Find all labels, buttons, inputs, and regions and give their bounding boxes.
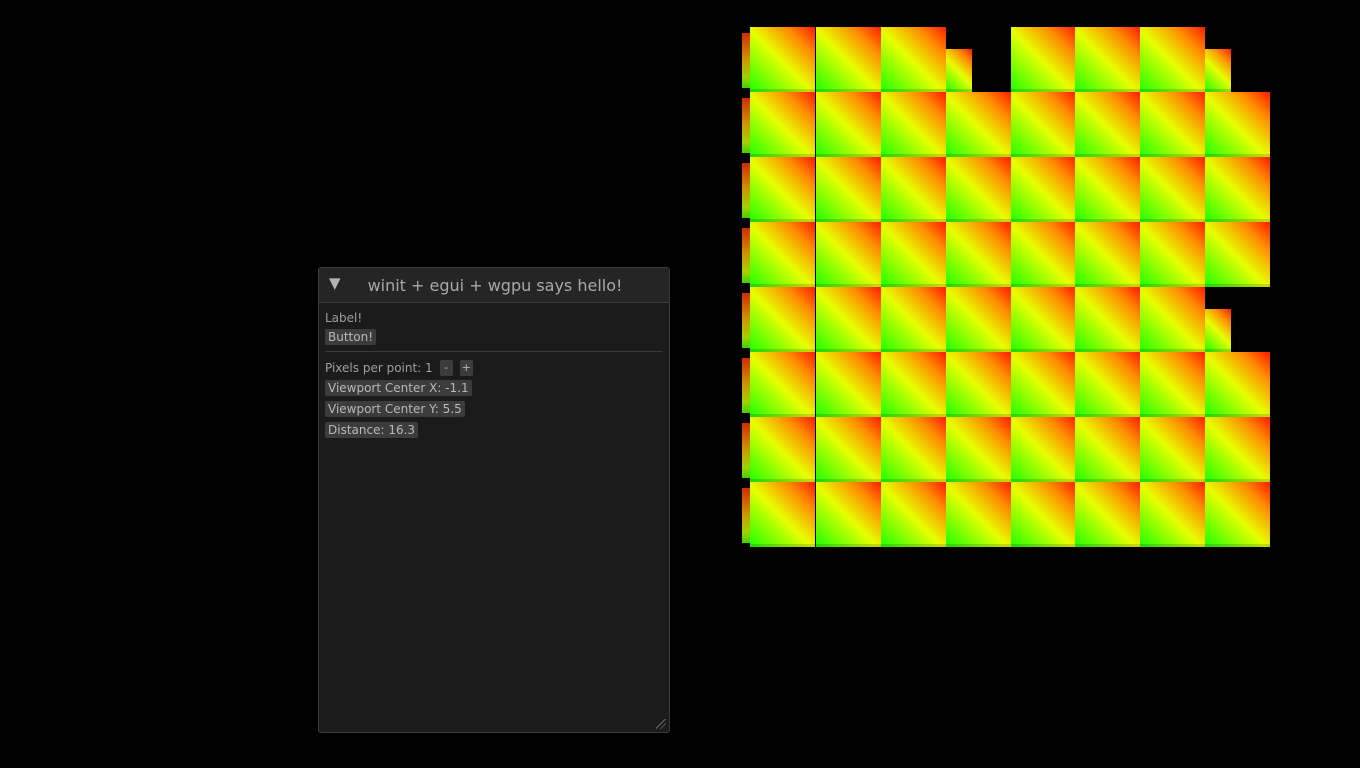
cube-face [881,417,946,482]
window-content: Label! Button! Pixels per point: 1 - + V… [319,303,669,450]
cube-face [946,352,1011,417]
cube-face [750,92,815,157]
cube-face [1205,49,1231,92]
cube-face [881,222,946,287]
cube-face [816,92,881,157]
cube-face [946,222,1011,287]
cube-face [881,157,946,222]
cube-face [881,482,946,547]
window-title: winit + egui + wgpu says hello! [367,276,623,295]
cube-face [946,287,1011,352]
cube-face [1205,417,1270,482]
cube-face [1205,482,1270,547]
cube-face [1011,417,1076,482]
cube-face [1075,27,1140,92]
cube-face [946,417,1011,482]
cube-face [881,27,946,92]
egui-window[interactable]: ▼ winit + egui + wgpu says hello! Label!… [318,267,670,733]
cube-face [1140,482,1205,547]
cube-face [750,27,815,92]
viewport-center-x-button[interactable]: Viewport Center X: -1.1 [325,380,472,396]
cube-face [1140,27,1205,92]
cube-face [816,482,881,547]
cube-face [1140,92,1205,157]
cube-face [946,49,972,92]
cube-face [881,287,946,352]
pixels-per-point-label: Pixels per point: 1 [325,361,433,375]
cube-face [1075,92,1140,157]
cube-face [1011,157,1076,222]
cube-side [742,33,750,88]
cube-face [1011,92,1076,157]
cube-face [1205,309,1231,352]
cube-face [1011,222,1076,287]
cube-side [742,488,750,543]
cube-face [946,157,1011,222]
cube-face [1011,27,1076,92]
cube-grid-render[interactable] [742,27,1272,549]
cube-face [1205,222,1270,287]
cube-face [816,222,881,287]
cube-side [742,228,750,283]
cube-face [1205,157,1270,222]
cube-face [1075,157,1140,222]
cube-face [1205,92,1270,157]
cube-face [1011,352,1076,417]
cube-side [742,358,750,413]
cube-face [1011,482,1076,547]
cube-face [946,92,1011,157]
cube-face [1140,287,1205,352]
cube-face [1075,222,1140,287]
resize-grip-icon[interactable] [656,719,666,729]
cube-face [881,92,946,157]
cube-face [750,222,815,287]
cube-face [750,287,815,352]
cube-face [1140,222,1205,287]
cube-face [1205,352,1270,417]
cube-face [816,352,881,417]
cube-face [816,27,881,92]
cube-face [1075,482,1140,547]
cube-face [750,352,815,417]
cube-face [1140,417,1205,482]
distance-button[interactable]: Distance: 16.3 [325,422,419,438]
cube-face [881,352,946,417]
cube-face [946,482,1011,547]
cube-face [1140,157,1205,222]
pixels-per-point-row: Pixels per point: 1 - + [325,360,663,376]
cube-side [742,293,750,348]
window-title-bar[interactable]: ▼ winit + egui + wgpu says hello! [319,268,669,303]
cube-face [750,157,815,222]
cube-side [742,163,750,218]
cube-face [1075,417,1140,482]
separator [325,351,663,352]
cube-face [1140,352,1205,417]
cube-side [742,423,750,478]
cube-side [742,98,750,153]
cube-face [750,417,815,482]
cube-face [1075,287,1140,352]
button[interactable]: Button! [325,329,377,345]
decrease-ppp-button[interactable]: - [439,360,453,376]
cube-face [816,157,881,222]
increase-ppp-button[interactable]: + [459,360,473,376]
label-text: Label! [325,311,363,325]
viewport-center-y-button[interactable]: Viewport Center Y: 5.5 [325,401,465,417]
cube-face [816,287,881,352]
cube-face [816,417,881,482]
cube-face [1075,352,1140,417]
cube-face [1011,287,1076,352]
cube-face [750,482,815,547]
